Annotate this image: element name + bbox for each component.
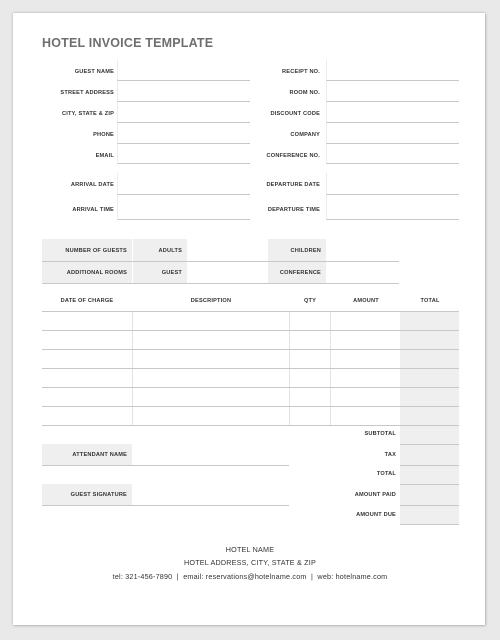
- divider: [42, 283, 399, 284]
- table-cell[interactable]: [331, 407, 400, 425]
- column-header-date: DATE OF CHARGE: [60, 298, 114, 304]
- table-cell[interactable]: [331, 388, 400, 406]
- column-header-total: TOTAL: [420, 298, 440, 304]
- table-cell[interactable]: [42, 350, 132, 368]
- children-label: CHILDREN: [290, 248, 321, 254]
- departure-date-field[interactable]: [326, 173, 459, 195]
- arrival-date-field[interactable]: [117, 173, 250, 195]
- additional-rooms-label: ADDITIONAL ROOMS: [66, 270, 127, 276]
- room-no-label: ROOM NO.: [289, 90, 320, 96]
- table-cell[interactable]: [331, 369, 400, 387]
- table-cell[interactable]: [42, 369, 132, 387]
- table-cell[interactable]: [42, 407, 132, 425]
- divider: [400, 524, 459, 525]
- phone-label: PHONE: [93, 132, 114, 138]
- table-cell[interactable]: [400, 407, 459, 425]
- conference-label: CONFERENCE: [279, 270, 321, 276]
- conference-no-field[interactable]: [326, 144, 459, 164]
- email-label: EMAIL: [95, 153, 114, 159]
- table-cell[interactable]: [42, 388, 132, 406]
- receipt-no-label: RECEIPT NO.: [282, 69, 320, 75]
- amount-paid-field[interactable]: [400, 485, 459, 505]
- divider: [42, 465, 289, 466]
- conference-no-label: CONFERENCE NO.: [266, 153, 320, 159]
- total-field[interactable]: [400, 466, 459, 484]
- guest-name-label: GUEST NAME: [74, 69, 114, 75]
- subtotal-field[interactable]: [400, 425, 459, 444]
- tax-field[interactable]: [400, 445, 459, 465]
- children-field[interactable]: [327, 240, 399, 260]
- discount-code-label: DISCOUNT CODE: [270, 111, 320, 117]
- departure-time-field[interactable]: [326, 195, 459, 220]
- guest-signature-label: GUEST SIGNATURE: [70, 492, 127, 498]
- amount-due-field[interactable]: [400, 506, 459, 524]
- street-address-field[interactable]: [117, 81, 250, 102]
- table-cell[interactable]: [331, 312, 400, 330]
- table-cell[interactable]: [290, 388, 330, 406]
- table-cell[interactable]: [400, 350, 459, 368]
- table-cell[interactable]: [42, 331, 132, 349]
- amount-due-label: AMOUNT DUE: [356, 512, 396, 518]
- discount-code-field[interactable]: [326, 102, 459, 123]
- total-label: TOTAL: [376, 471, 396, 477]
- guest-signature-field[interactable]: [132, 484, 289, 505]
- page-title: HOTEL INVOICE TEMPLATE: [42, 36, 214, 50]
- table-cell[interactable]: [331, 331, 400, 349]
- table-cell[interactable]: [290, 331, 330, 349]
- column-header-description: DESCRIPTION: [190, 298, 232, 304]
- arrival-time-label: ARRIVAL TIME: [72, 207, 114, 213]
- table-cell[interactable]: [133, 388, 289, 406]
- guest-name-field[interactable]: [117, 60, 250, 81]
- table-cell[interactable]: [290, 350, 330, 368]
- divider: [42, 505, 289, 506]
- company-label: COMPANY: [290, 132, 320, 138]
- arrival-time-field[interactable]: [117, 195, 250, 220]
- tax-label: TAX: [384, 452, 396, 458]
- hotel-address: HOTEL ADDRESS, CITY, STATE & ZIP: [184, 558, 316, 567]
- adults-field[interactable]: [188, 240, 267, 260]
- table-cell[interactable]: [42, 312, 132, 330]
- departure-time-label: DEPARTURE TIME: [267, 207, 320, 213]
- room-no-field[interactable]: [326, 81, 459, 102]
- column-header-qty: QTY: [303, 298, 317, 304]
- email-field[interactable]: [117, 144, 250, 164]
- table-row-divider: [42, 425, 459, 426]
- table-cell[interactable]: [400, 312, 459, 330]
- conference-rooms-field[interactable]: [327, 262, 399, 282]
- table-cell[interactable]: [290, 369, 330, 387]
- company-field[interactable]: [326, 123, 459, 144]
- table-cell[interactable]: [400, 388, 459, 406]
- table-cell[interactable]: [331, 350, 400, 368]
- receipt-no-field[interactable]: [326, 60, 459, 81]
- hotel-name: HOTEL NAME: [225, 545, 275, 554]
- attendant-name-field[interactable]: [132, 444, 289, 465]
- city-state-zip-label: CITY, STATE & ZIP: [62, 111, 114, 117]
- table-cell[interactable]: [290, 407, 330, 425]
- guest-rooms-field[interactable]: [188, 262, 267, 282]
- street-address-label: STREET ADDRESS: [60, 90, 114, 96]
- table-cell[interactable]: [400, 331, 459, 349]
- table-cell[interactable]: [133, 407, 289, 425]
- table-cell[interactable]: [133, 312, 289, 330]
- attendant-name-label: ATTENDANT NAME: [72, 452, 127, 458]
- amount-paid-label: AMOUNT PAID: [354, 492, 396, 498]
- guest-label: GUEST: [161, 270, 182, 276]
- table-cell[interactable]: [133, 350, 289, 368]
- table-cell[interactable]: [133, 369, 289, 387]
- hotel-contact: tel: 321-456-7890 | email: reservations@…: [112, 572, 388, 581]
- adults-label: ADULTS: [158, 248, 182, 254]
- table-cell[interactable]: [133, 331, 289, 349]
- subtotal-label: SUBTOTAL: [364, 431, 396, 437]
- arrival-date-label: ARRIVAL DATE: [70, 182, 114, 188]
- departure-date-label: DEPARTURE DATE: [266, 182, 320, 188]
- column-header-amount: AMOUNT: [353, 298, 379, 304]
- phone-field[interactable]: [117, 123, 250, 144]
- table-cell[interactable]: [290, 312, 330, 330]
- city-state-zip-field[interactable]: [117, 102, 250, 123]
- number-of-guests-label: NUMBER OF GUESTS: [65, 248, 127, 254]
- table-cell[interactable]: [400, 369, 459, 387]
